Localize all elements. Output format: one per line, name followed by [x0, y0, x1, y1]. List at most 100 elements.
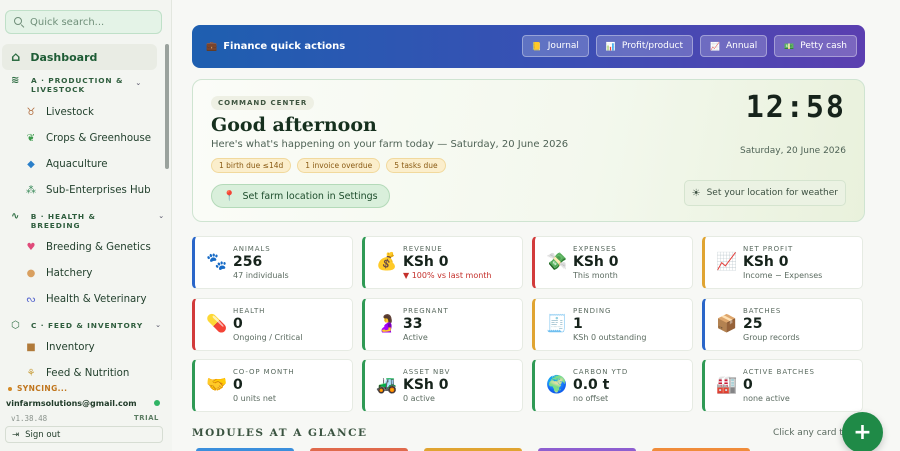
stat-label: ANIMALS	[233, 245, 271, 253]
money-bag-icon: 💰	[376, 252, 398, 272]
sidebar-item-label: Dashboard	[30, 50, 98, 64]
stat-label: PREGNANT	[403, 307, 449, 315]
sidebar-item-label: Inventory	[46, 341, 95, 353]
tasks-due-chip[interactable]: 5 tasks due	[386, 158, 446, 173]
stat-value: KSh 0	[573, 254, 619, 270]
section-production-livestock[interactable]: ≋ A · PRODUCTION & LIVESTOCK ⌄	[0, 72, 165, 95]
tractor-icon: 🚜	[376, 375, 398, 395]
section-label: B · HEALTH & BREEDING	[30, 212, 96, 230]
set-location-button[interactable]: 📍 Set farm location in Settings	[211, 184, 390, 208]
weather-label: Set your location for weather	[706, 188, 838, 198]
stat-label: ACTIVE BATCHES	[743, 368, 815, 376]
finance-quick-actions: 💼 Finance quick actions 📒 Journal 📊 Prof…	[192, 25, 865, 68]
trend-chart-icon: 📈	[710, 41, 720, 51]
sync-label: SYNCING...	[17, 384, 68, 393]
profit-product-button[interactable]: 📊 Profit/product	[595, 35, 694, 57]
greeting-subtitle: Here's what's happening on your farm tod…	[211, 139, 569, 150]
stat-label: HEALTH	[233, 307, 266, 315]
sync-status: SYNCING...	[8, 384, 67, 393]
handshake-icon: 🤝	[206, 375, 228, 395]
finance-title: 💼 Finance quick actions	[206, 41, 345, 52]
sidebar-nav: ≋ A · PRODUCTION & LIVESTOCK ⌄ ♉ Livestoc…	[0, 72, 165, 386]
hub-icon: ⁂	[26, 184, 36, 196]
modules-hint: Click any card to	[773, 428, 849, 438]
stat-card-expenses[interactable]: 💸 EXPENSES KSh 0 This month	[532, 236, 693, 289]
stat-card-revenue[interactable]: 💰 REVENUE KSh 0 ▼ 100% vs last month	[362, 236, 523, 289]
factory-icon: 🏭	[716, 375, 738, 395]
sidebar-item-label: Crops & Greenhouse	[46, 132, 152, 144]
stat-card-pregnant[interactable]: 🤰 PREGNANT 33 Active	[362, 298, 523, 351]
stat-card-health[interactable]: 💊 HEALTH 0 Ongoing / Critical	[192, 298, 353, 351]
annual-button[interactable]: 📈 Annual	[700, 35, 768, 57]
sidebar-item-label: Hatchery	[46, 267, 93, 279]
chevron-down-icon: ⌄	[135, 79, 143, 87]
journal-label: Journal	[547, 41, 579, 51]
sign-out-button[interactable]: ⇥ Sign out	[5, 426, 163, 443]
sidebar-item-label: Sub-Enterprises Hub	[46, 184, 151, 196]
stat-note: 0 active	[403, 394, 435, 403]
modules-heading: MODULES AT A GLANCE	[192, 427, 368, 439]
sidebar-item-label: Livestock	[46, 106, 94, 118]
sidebar-item-label: Feed & Nutrition	[46, 367, 130, 379]
stat-label: CARBON YTD	[573, 368, 629, 376]
invoice-overdue-chip[interactable]: 1 invoice overdue	[297, 158, 381, 173]
current-date: Saturday, 20 June 2026	[740, 146, 846, 156]
sign-out-label: Sign out	[25, 429, 61, 440]
sidebar-item-sub-enterprises[interactable]: ⁂ Sub-Enterprises Hub	[0, 177, 165, 203]
stat-card-carbon-ytd[interactable]: 🌍 CARBON YTD 0.0 t no offset	[532, 359, 693, 412]
stat-value: 0	[233, 377, 243, 393]
sidebar-item-dashboard[interactable]: ⌂ Dashboard	[2, 44, 157, 70]
stat-note: no offset	[573, 394, 609, 403]
stat-value: 1	[573, 316, 583, 332]
weather-location-button[interactable]: ☀ Set your location for weather	[683, 180, 846, 206]
stat-card-animals[interactable]: 🐾 ANIMALS 256 47 individuals	[192, 236, 353, 289]
cash-icon: 💵	[784, 41, 795, 51]
stat-card-coop-month[interactable]: 🤝 CO-OP MONTH 0 0 units net	[192, 359, 353, 412]
stat-note: 0 units net	[233, 394, 276, 403]
sidebar-item-label: Health & Veterinary	[46, 293, 147, 305]
sidebar-scrollbar[interactable]	[165, 44, 169, 169]
search-icon	[14, 17, 24, 27]
briefcase-icon: 💼	[206, 41, 218, 52]
stat-value: 0.0 t	[573, 377, 610, 393]
chevron-down-icon: ⌄	[155, 321, 162, 329]
stat-value: 25	[743, 316, 763, 332]
egg-icon: ●	[26, 267, 36, 279]
layers-icon: ≋	[11, 75, 21, 86]
sidebar-item-inventory[interactable]: ■ Inventory	[0, 334, 165, 360]
sidebar-item-health-vet[interactable]: ᔓ Health & Veterinary	[0, 286, 165, 312]
search-placeholder: Quick search...	[30, 16, 105, 28]
stat-note: KSh 0 outstanding	[573, 333, 647, 342]
sidebar-item-aquaculture[interactable]: ◆ Aquaculture	[0, 151, 165, 177]
section-feed-inventory[interactable]: ⬡ C · FEED & INVENTORY ⌄	[0, 312, 165, 331]
journal-button[interactable]: 📒 Journal	[521, 35, 589, 57]
sidebar-item-label: Aquaculture	[46, 158, 108, 170]
set-location-label: Set farm location in Settings	[242, 190, 378, 202]
sidebar-item-livestock[interactable]: ♉ Livestock	[0, 99, 165, 125]
section-label: A · PRODUCTION &	[31, 76, 124, 85]
stat-note: 47 individuals	[233, 271, 289, 280]
user-email: vinfarmsolutions@gmail.com	[6, 399, 137, 408]
stat-card-batches[interactable]: 📦 BATCHES 25 Group records	[702, 298, 863, 351]
sidebar-item-crops[interactable]: ❦ Crops & Greenhouse	[0, 125, 165, 151]
stat-card-active-batches[interactable]: 🏭 ACTIVE BATCHES 0 none active	[702, 359, 863, 412]
sidebar-item-breeding[interactable]: ♥ Breeding & Genetics	[0, 234, 165, 260]
search-input[interactable]: Quick search...	[5, 10, 162, 34]
stat-card-asset-nbv[interactable]: 🚜 ASSET NBV KSh 0 0 active	[362, 359, 523, 412]
add-button[interactable]: +	[842, 412, 883, 451]
stat-card-net-profit[interactable]: 📈 NET PROFIT KSh 0 Income − Expenses	[702, 236, 863, 289]
stat-label: ASSET NBV	[403, 368, 451, 376]
pill-icon: 💊	[206, 314, 228, 334]
paw-icon: 🐾	[206, 252, 228, 272]
petty-cash-button[interactable]: 💵 Petty cash	[774, 35, 857, 57]
command-center: COMMAND CENTER Good afternoon Here's wha…	[192, 79, 865, 222]
stat-value: 0	[233, 316, 243, 332]
package-icon: 📦	[716, 314, 738, 334]
stat-card-pending[interactable]: 🧾 PENDING 1 KSh 0 outstanding	[532, 298, 693, 351]
births-due-chip[interactable]: 1 birth due ≤14d	[211, 158, 292, 173]
box-icon: ⬡	[11, 320, 21, 331]
sidebar-item-hatchery[interactable]: ● Hatchery	[0, 260, 165, 286]
sidebar: Quick search... ⌂ Dashboard ≋ A · PRODUC…	[0, 0, 172, 451]
app-version: v1.38.48	[11, 414, 48, 423]
section-health-breeding[interactable]: ∿ B · HEALTH & BREEDING ⌄	[0, 203, 165, 231]
